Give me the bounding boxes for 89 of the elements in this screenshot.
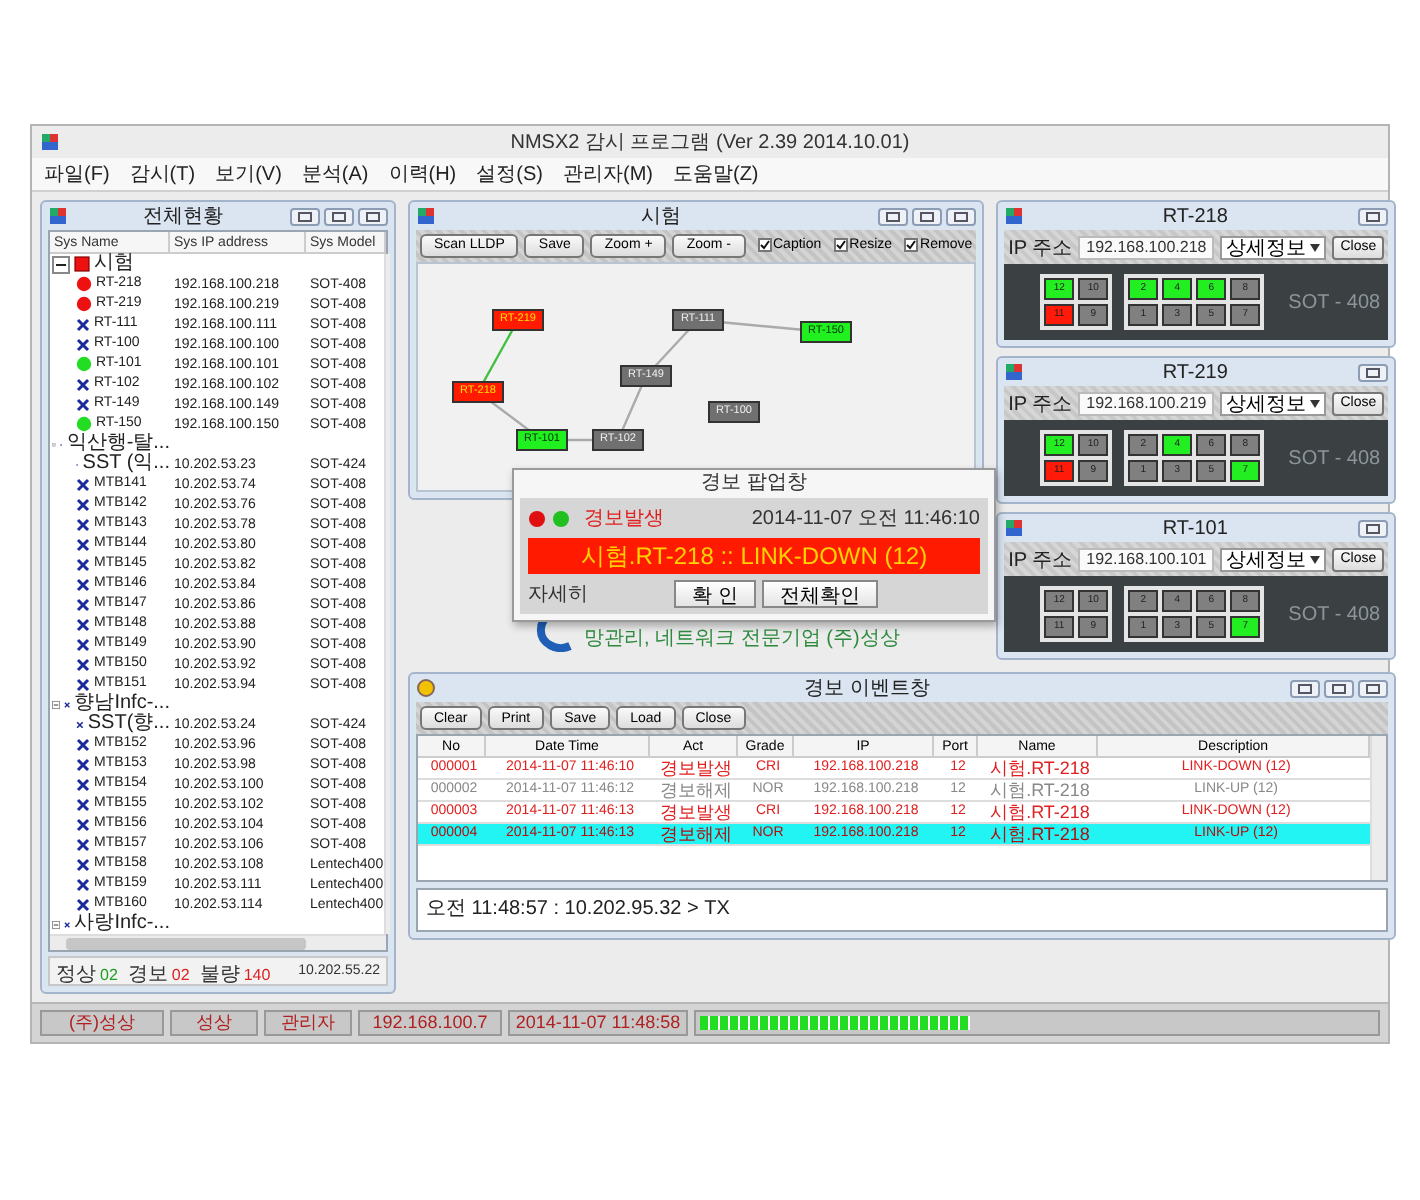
maximize-icon[interactable] [1324,679,1355,697]
table-cell-text: 경보발생 [658,802,734,822]
maximize-icon[interactable] [912,207,943,225]
panel-title: 경보 이벤트창 [802,676,932,702]
status-count: 경보 02 [127,961,190,989]
company-slogan: 망관리, 네트워크 전문기업 (주)성상 [584,626,900,652]
detail-dropdown[interactable]: 상세정보 [1220,547,1327,571]
maximize-icon[interactable] [324,207,354,225]
checkbox-icon[interactable] [757,238,771,253]
field-label: IP 주소 [1008,391,1073,417]
detail-dropdown[interactable]: 상세정보 [1220,391,1327,415]
status-field: 성상 [170,1010,258,1036]
checkbox-icon[interactable] [904,238,919,253]
caret-icon[interactable] [1310,555,1321,563]
model-label: SOT - 408 [1288,603,1381,625]
device-name[interactable]: SST(향... [87,714,170,734]
group-name[interactable]: 시험 [94,254,134,274]
device-name[interactable]: SST (익... [82,454,170,474]
ip-field[interactable]: 192.168.100.219 [1078,391,1215,415]
window-icon [48,206,68,226]
panel-title: 전체현황 [141,204,225,230]
vertical-scrollbar[interactable] [383,254,390,934]
status-count: 정상 02 [56,961,118,989]
horizontal-scrollbar[interactable] [50,934,386,950]
group-name[interactable]: 익산행-탈... [66,434,170,454]
window-icon [1004,518,1025,538]
status-field: 관리자 [264,1010,352,1036]
window-icon [416,206,436,226]
group-name[interactable]: 향남Infc-... [74,694,170,714]
field-label: IP 주소 [1008,235,1073,261]
panel-title: 시험 [639,204,684,230]
table-cell-text: 시험.RT-218 [988,802,1092,822]
window-icon [1004,362,1025,382]
confirm-button[interactable]: 전체확인 [761,580,878,608]
menu-item[interactable]: 감시(T) [129,160,196,188]
caret-icon[interactable] [1310,399,1321,407]
model-label: SOT - 408 [1288,291,1381,313]
restore-icon[interactable] [1358,363,1389,381]
table-cell-text: 경보해제 [658,780,734,800]
menu-item[interactable]: 도움말(Z) [672,160,759,188]
status-field: 2014-11-07 11:48:58 [508,1010,688,1036]
ip-field[interactable]: 192.168.100.101 [1078,547,1215,571]
restore-icon[interactable] [1358,207,1389,225]
minimize-icon[interactable] [1290,679,1321,697]
confirm-button[interactable]: 확 인 [674,580,756,608]
status-field: 192.168.100.7 [358,1010,502,1036]
restore-icon[interactable] [1358,519,1389,537]
group-name[interactable]: 사랑Infc-... [74,914,170,934]
alarm-label: 경보발생 [584,506,664,532]
close-icon[interactable] [946,207,977,225]
collapse-icon[interactable] [52,255,70,273]
menu-item[interactable]: 보기(V) [215,160,282,188]
table-cell-text: 시험.RT-218 [988,780,1092,800]
vertical-scrollbar[interactable] [1370,736,1387,880]
menu-item[interactable]: 관리자(M) [562,160,653,188]
minimize-icon[interactable] [878,207,909,225]
status-dot-icon [552,509,570,527]
status-field: (주)성상 [40,1010,164,1036]
alert-icon [416,678,436,698]
alarm-message: 시험.RT-218 :: LINK-DOWN (12) [528,538,980,574]
window-icon [1004,206,1025,226]
window-title: NMSX2 감시 프로그램 (Ver 2.39 2014.10.01) [508,130,912,156]
detail-link[interactable]: 자세히 [528,580,588,608]
window-icon [40,132,60,152]
field-label: IP 주소 [1008,547,1073,573]
popup-title: 경보 팝업창 [699,470,809,498]
minimize-icon[interactable] [290,207,320,225]
alarm-time: 2014-11-07 오전 11:46:10 [751,506,980,532]
detail-dropdown[interactable]: 상세정보 [1220,235,1327,259]
menu-item[interactable]: 파일(F) [44,160,110,188]
model-label: SOT - 408 [1288,447,1381,469]
menu-item[interactable]: 이력(H) [388,160,457,188]
status-count: 불량 140 [199,961,271,989]
panel-title: RT-218 [1160,205,1230,227]
close-icon[interactable] [1358,679,1389,697]
panel-title: RT-219 [1160,361,1230,383]
caret-icon[interactable] [1310,243,1321,251]
menu-item[interactable]: 설정(S) [476,160,543,188]
log-text: 오전 11:48:57 : 10.202.95.32 > TX [416,888,1389,932]
table-cell-text: 경보발생 [658,758,734,778]
close-icon[interactable] [358,207,388,225]
ip-field[interactable]: 192.168.100.218 [1078,235,1215,259]
menu-item[interactable]: 분석(A) [301,160,369,188]
panel-title: RT-101 [1160,517,1230,539]
table-cell-text: 시험.RT-218 [988,824,1092,844]
checkbox-icon[interactable] [833,238,848,253]
table-cell-text: 경보해제 [658,824,734,844]
alarm-dot-icon [528,509,546,527]
table-cell-text: 시험.RT-218 [988,758,1092,778]
